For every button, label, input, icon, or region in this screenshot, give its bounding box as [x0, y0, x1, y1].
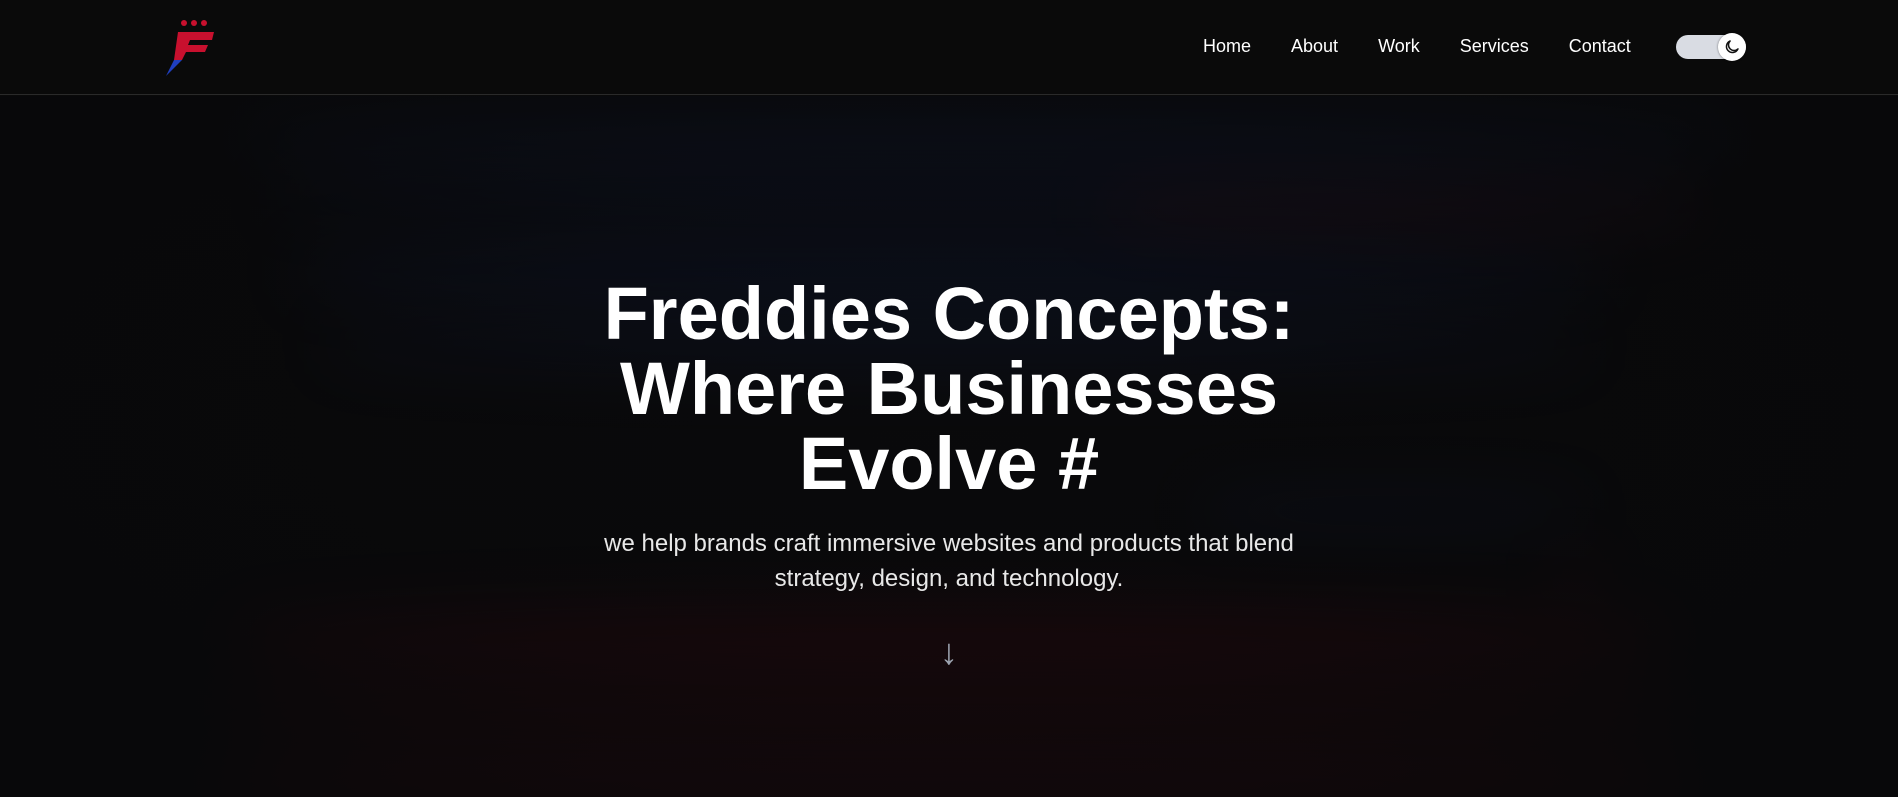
site-header: Home About Work Services Contact — [0, 0, 1898, 95]
theme-toggle-knob — [1718, 33, 1746, 61]
hero-section: Freddies Concepts: Where Businesses Evol… — [0, 96, 1898, 797]
freddies-concepts-logo-icon — [166, 20, 214, 76]
nav-link-contact[interactable]: Contact — [1569, 35, 1631, 57]
nav-link-about[interactable]: About — [1291, 35, 1338, 57]
scroll-down-arrow-icon[interactable]: ↓ — [929, 634, 969, 670]
moon-icon — [1725, 40, 1739, 54]
nav-link-services[interactable]: Services — [1460, 35, 1529, 57]
hero-subtitle: we help brands craft immersive websites … — [604, 530, 1294, 592]
main-nav: Home About Work Services Contact — [1203, 35, 1631, 57]
nav-link-work[interactable]: Work — [1378, 35, 1420, 57]
brand-logo[interactable] — [164, 18, 220, 76]
theme-toggle[interactable] — [1676, 33, 1746, 61]
hero-title: Freddies Concepts: Where Businesses Evol… — [603, 272, 1295, 505]
hero-content: Freddies Concepts: Where Businesses Evol… — [0, 276, 1898, 670]
nav-link-home[interactable]: Home — [1203, 35, 1251, 57]
